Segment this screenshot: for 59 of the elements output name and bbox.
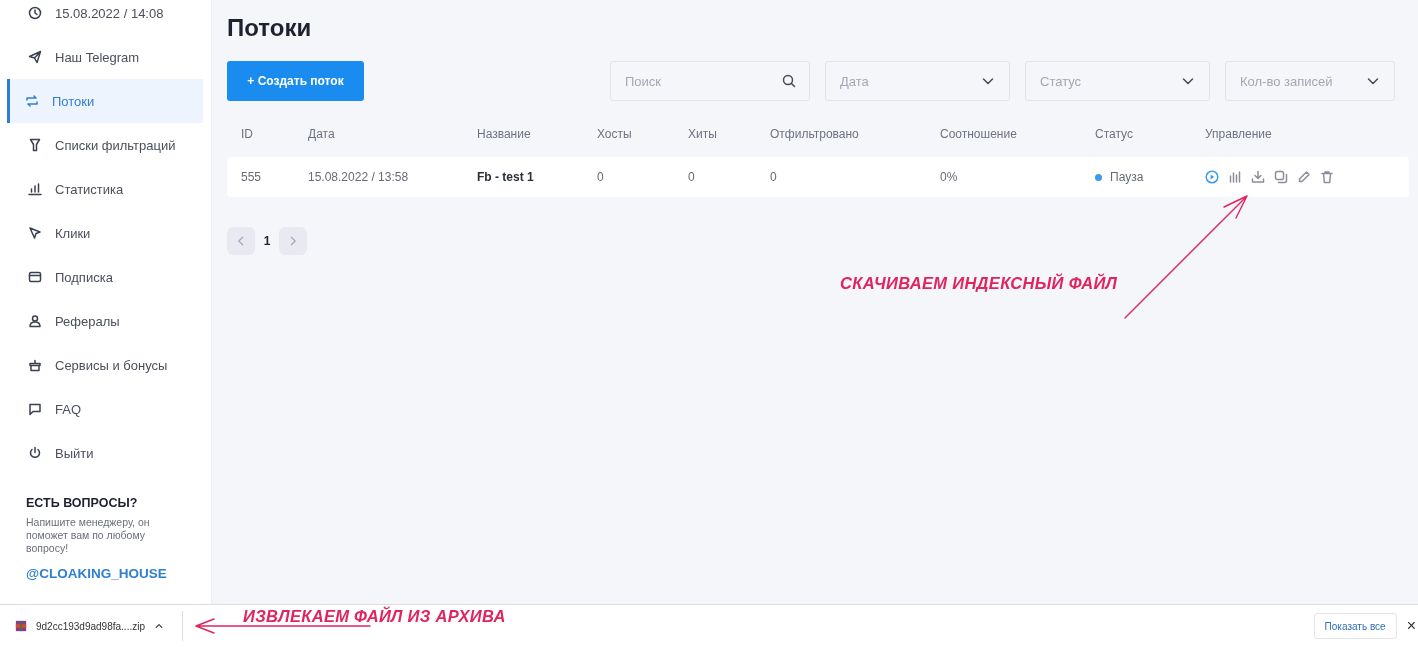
column-header: ID	[241, 127, 254, 141]
sidebar-item[interactable]: Статистика	[7, 167, 203, 211]
help-title: ЕСТЬ ВОПРОСЫ?	[26, 496, 139, 510]
send-icon	[28, 50, 42, 64]
download-icon[interactable]	[1251, 170, 1265, 184]
column-header: Хиты	[688, 127, 718, 141]
column-header: Соотношение	[940, 127, 1018, 141]
page-title: Потоки	[227, 13, 313, 43]
card-icon	[28, 270, 42, 284]
archive-icon	[15, 620, 27, 632]
telegram-link[interactable]: @CLOAKING_HOUSE	[26, 566, 167, 581]
page-number[interactable]: 1	[261, 234, 273, 248]
user-icon	[28, 314, 42, 328]
close-button[interactable]: ×	[1406, 617, 1416, 635]
sidebar-item[interactable]: Подписка	[7, 255, 203, 299]
gift-icon	[28, 358, 42, 372]
bar-chart-icon	[28, 182, 42, 196]
sidebar-item[interactable]: Выйти	[7, 431, 203, 475]
search-icon	[782, 74, 796, 88]
sidebar-item[interactable]: Списки фильтраций	[7, 123, 203, 167]
table-cell-text: 15.08.2022 / 13:58	[308, 170, 410, 184]
column-header: Отфильтровано	[770, 127, 860, 141]
show-all-button[interactable]: Показать все	[1313, 613, 1397, 639]
status-label: Пауза	[1110, 170, 1144, 184]
sidebar-item[interactable]: FAQ	[7, 387, 203, 431]
annotation-text: СКАЧИВАЕМ ИНДЕКСНЫЙ ФАЙЛ	[840, 274, 1118, 293]
repeat-icon	[25, 94, 39, 108]
sidebar-item[interactable]: Рефералы	[7, 299, 203, 343]
column-header: Управление	[1205, 127, 1273, 141]
play-icon[interactable]	[1205, 170, 1219, 184]
sidebar-item[interactable]: Потоки	[7, 79, 203, 123]
stream-name: Fb - test 1	[477, 170, 535, 184]
sidebar-item[interactable]: Сервисы и бонусы	[7, 343, 203, 387]
copy-icon[interactable]	[1274, 170, 1288, 184]
power-icon	[28, 446, 42, 460]
chevron-up-icon[interactable]	[154, 621, 164, 631]
date-time: 15.08.2022 / 14:08	[55, 5, 164, 21]
column-header: Дата	[308, 127, 336, 141]
search-field[interactable]: Поиск	[610, 61, 810, 101]
pencil-icon[interactable]	[1297, 170, 1311, 184]
table-cell-text: 0	[597, 170, 605, 184]
table-cell-text: 0	[770, 170, 778, 184]
table-cell-text: 555	[241, 170, 263, 184]
bar-chart-icon[interactable]	[1228, 170, 1242, 184]
column-header: Название	[477, 127, 532, 141]
cursor-icon	[28, 226, 42, 240]
sidebar-item[interactable]: Наш Telegram	[7, 35, 203, 79]
annotation-text: ИЗВЛЕКАЕМ ФАЙЛ ИЗ АРХИВА	[243, 607, 506, 626]
column-header: Хосты	[597, 127, 633, 141]
table-cell-text: 0	[688, 170, 696, 184]
column-header: Статус	[1095, 127, 1134, 141]
help-text: Напишите менеджеру, он поможет вам по любому вопросу!	[26, 516, 151, 555]
sidebar-item[interactable]: Клики	[7, 211, 203, 255]
trash-icon[interactable]	[1320, 170, 1334, 184]
download-filename[interactable]: 9d2cc193d9ad98fa....zip	[36, 620, 145, 632]
table-cell-text: 0%	[940, 170, 959, 184]
filter-icon	[28, 138, 42, 152]
clock-icon	[28, 6, 42, 20]
chat-icon	[28, 402, 42, 416]
